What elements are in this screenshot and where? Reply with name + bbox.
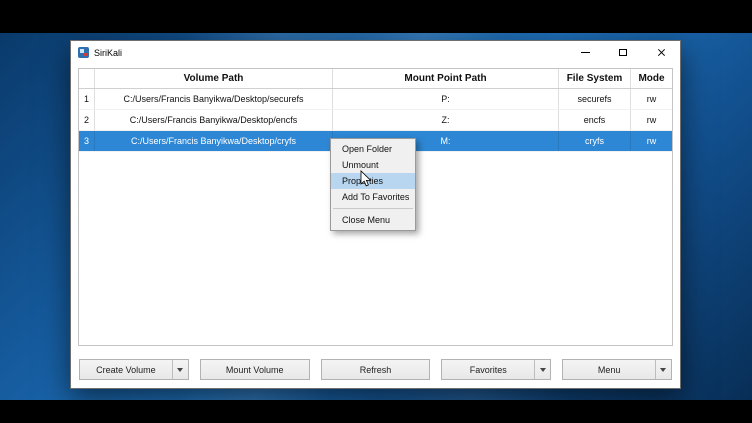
maximize-icon bbox=[619, 49, 627, 56]
menu-dropdown[interactable] bbox=[655, 360, 671, 379]
menu-button[interactable]: Menu bbox=[562, 359, 672, 380]
create-volume-dropdown[interactable] bbox=[172, 360, 188, 379]
row-number: 2 bbox=[79, 110, 95, 130]
row-volume-path: C:/Users/Francis Banyikwa/Desktop/secure… bbox=[95, 89, 333, 109]
window-controls bbox=[566, 41, 680, 64]
letterbox-top bbox=[0, 0, 752, 33]
row-mount-point: Z: bbox=[333, 110, 559, 130]
header-volume-path[interactable]: Volume Path bbox=[95, 69, 333, 88]
menu-separator bbox=[333, 208, 413, 209]
bottom-toolbar: Create Volume Mount Volume Refresh Favor… bbox=[79, 359, 672, 380]
chevron-down-icon bbox=[660, 368, 666, 372]
row-mount-point: P: bbox=[333, 89, 559, 109]
row-volume-path: C:/Users/Francis Banyikwa/Desktop/encfs bbox=[95, 110, 333, 130]
refresh-label: Refresh bbox=[322, 365, 430, 375]
create-volume-button[interactable]: Create Volume bbox=[79, 359, 189, 380]
favorites-button[interactable]: Favorites bbox=[441, 359, 551, 380]
minimize-button[interactable] bbox=[566, 41, 604, 64]
window-title: SiriKali bbox=[94, 48, 122, 58]
mount-volume-button[interactable]: Mount Volume bbox=[200, 359, 310, 380]
refresh-button[interactable]: Refresh bbox=[321, 359, 431, 380]
row-mode: rw bbox=[631, 110, 672, 130]
context-menu: Open Folder Unmount Properties Add To Fa… bbox=[330, 138, 416, 231]
table-row-1[interactable]: 1 C:/Users/Francis Banyikwa/Desktop/secu… bbox=[79, 89, 672, 110]
chevron-down-icon bbox=[177, 368, 183, 372]
header-mode[interactable]: Mode bbox=[631, 69, 672, 88]
sirikali-app-icon bbox=[78, 47, 89, 58]
maximize-button[interactable] bbox=[604, 41, 642, 64]
table-header-row: Volume Path Mount Point Path File System… bbox=[79, 69, 672, 89]
mount-volume-label: Mount Volume bbox=[201, 365, 309, 375]
row-file-system: cryfs bbox=[559, 131, 631, 151]
titlebar[interactable]: SiriKali bbox=[71, 41, 680, 64]
chevron-down-icon bbox=[540, 368, 546, 372]
minimize-icon bbox=[581, 52, 590, 53]
header-mount-point-path[interactable]: Mount Point Path bbox=[333, 69, 559, 88]
header-file-system[interactable]: File System bbox=[559, 69, 631, 88]
menu-item-open-folder[interactable]: Open Folder bbox=[331, 141, 415, 157]
screenshot-root: SiriKali Volume Path Mount Point Path Fi… bbox=[0, 0, 752, 423]
menu-item-properties[interactable]: Properties bbox=[331, 173, 415, 189]
favorites-label: Favorites bbox=[442, 365, 534, 375]
menu-label: Menu bbox=[563, 365, 655, 375]
table-row-2[interactable]: 2 C:/Users/Francis Banyikwa/Desktop/encf… bbox=[79, 110, 672, 131]
row-number: 1 bbox=[79, 89, 95, 109]
menu-item-unmount[interactable]: Unmount bbox=[331, 157, 415, 173]
row-mode: rw bbox=[631, 131, 672, 151]
close-icon bbox=[657, 48, 666, 57]
row-volume-path: C:/Users/Francis Banyikwa/Desktop/cryfs bbox=[95, 131, 333, 151]
row-mode: rw bbox=[631, 89, 672, 109]
menu-item-close-menu[interactable]: Close Menu bbox=[331, 212, 415, 228]
favorites-dropdown[interactable] bbox=[534, 360, 550, 379]
row-number: 3 bbox=[79, 131, 95, 151]
row-file-system: securefs bbox=[559, 89, 631, 109]
menu-item-add-to-favorites[interactable]: Add To Favorites bbox=[331, 189, 415, 205]
header-corner bbox=[79, 69, 95, 88]
create-volume-label: Create Volume bbox=[80, 365, 172, 375]
letterbox-bottom bbox=[0, 400, 752, 423]
row-file-system: encfs bbox=[559, 110, 631, 130]
close-button[interactable] bbox=[642, 41, 680, 64]
